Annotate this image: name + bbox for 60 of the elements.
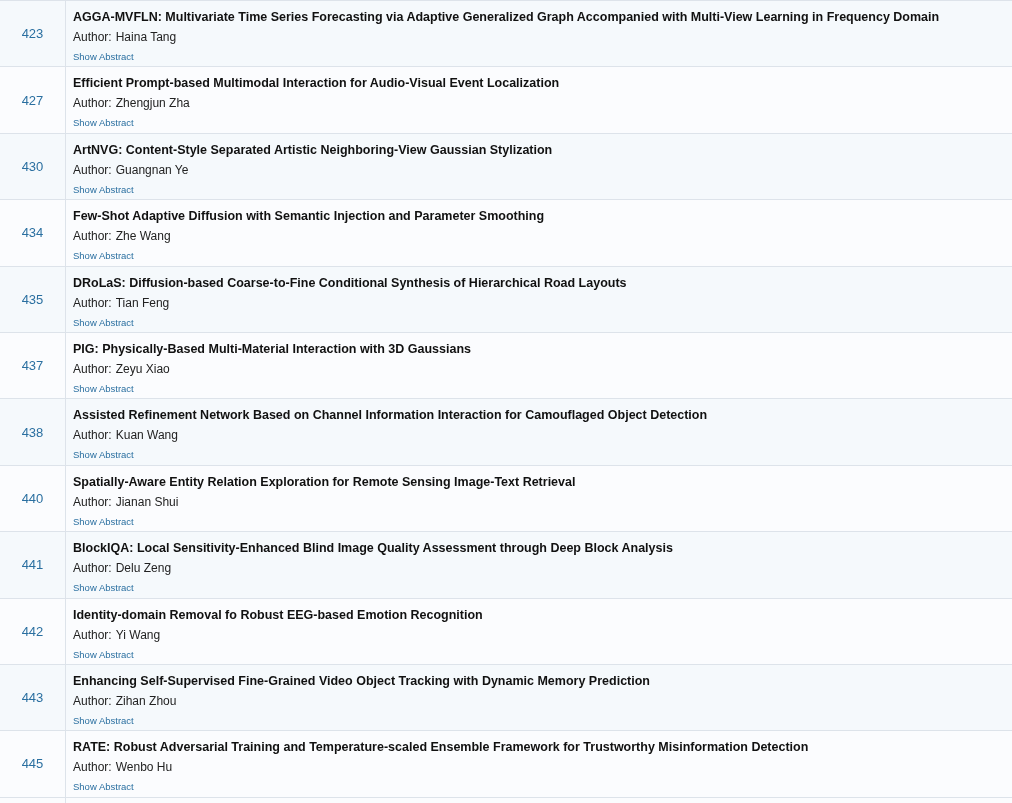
author-name: Delu Zeng [115,560,172,578]
show-abstract-link[interactable]: Show Abstract [73,51,134,62]
paper-title: Identity-domain Removal fo Robust EEG-based Emotion Recognition [73,606,483,623]
paper-title: Assisted Refinement Network Based on Channel Information Interaction for Camouflaged Object Detection [73,407,708,424]
author-label: Author: [73,759,112,777]
author-name: Haina Tang [115,29,177,46]
show-abstract-link[interactable]: Show Abstract [73,382,134,394]
author-name: Zhe Wang [115,228,171,246]
show-abstract-link[interactable]: Show Abstract [73,582,134,594]
author-name: Yi Wang [115,626,161,644]
show-abstract-link[interactable]: Show Abstract [73,117,134,129]
show-abstract-link[interactable]: Show Abstract [73,250,134,262]
paper-number: 438 [21,424,44,440]
paper-title: AGGA-MVFLN: Multivariate Time Series Forecasting via Adaptive Generalized Graph Accompanied with Multi-View Learning in Frequency Domain [73,9,940,25]
paper-number: 445 [21,756,44,772]
author-name: Kuan Wang [115,427,178,445]
author-label: Author: [73,360,112,378]
paper-title: ArtNVG: Content-Style Separated Artistic Neighboring-View Gaussian Stylization [73,141,553,158]
author-name: Jianan Shui [115,493,179,511]
author-name: Guangnan Ye [115,161,189,179]
paper-number: 441 [21,557,44,573]
paper-number: 434 [21,225,44,241]
paper-title: RATE: Robust Adversarial Training and Temperature-scaled Ensemble Framework for Trustworthy Misinformation Detection [73,739,809,756]
paper-number: 442 [21,623,44,639]
show-abstract-link[interactable]: Show Abstract [73,781,134,793]
author-label: Author: [73,692,112,710]
paper-number: 430 [21,158,44,174]
author-label: Author: [73,427,112,445]
paper-title: DRoLaS: Diffusion-based Coarse-to-Fine Conditional Synthesis of Hierarchical Road Layouts [73,274,627,291]
show-abstract-link[interactable]: Show Abstract [73,714,134,726]
paper-title: PIG: Physically-Based Multi-Material Interaction with 3D Gaussians [73,340,472,357]
author-name: Zihan Zhou [115,692,177,710]
paper-number: 437 [21,358,44,374]
author-label: Author: [73,161,112,179]
paper-title: BlockIQA: Local Sensitivity-Enhanced Blind Image Quality Assessment through Deep Block Analysis [73,540,673,557]
author-name: Zeyu Xiao [115,360,170,378]
paper-title: Few-Shot Adaptive Diffusion with Semantic Injection and Parameter Smoothing [73,208,545,225]
paper-number: 435 [21,291,44,307]
paper-title: Enhancing Self-Supervised Fine-Grained Video Object Tracking with Dynamic Memory Prediction [73,672,650,689]
show-abstract-link[interactable]: Show Abstract [73,316,134,328]
show-abstract-link[interactable]: Show Abstract [73,515,134,527]
author-name: Wenbo Hu [115,759,173,777]
show-abstract-link[interactable]: Show Abstract [73,183,134,195]
show-abstract-link[interactable]: Show Abstract [73,648,134,660]
paper-number: 423 [21,26,44,42]
paper-number: 427 [21,92,44,108]
paper-title: Spatially-Aware Entity Relation Exploration for Remote Sensing Image-Text Retrieval [73,473,576,490]
author-label: Author: [73,294,112,312]
author-label: Author: [73,560,112,578]
paper-number: 440 [21,490,44,506]
author-label: Author: [73,29,112,46]
author-name: Zhengjun Zha [115,95,190,113]
paper-number: 443 [21,690,44,706]
author-name: Tian Feng [115,294,170,312]
author-label: Author: [73,626,112,644]
show-abstract-link[interactable]: Show Abstract [73,449,134,461]
author-label: Author: [73,95,112,113]
author-label: Author: [73,493,112,511]
paper-title: Efficient Prompt-based Multimodal Interaction for Audio-Visual Event Localization [73,75,560,92]
author-label: Author: [73,228,112,246]
